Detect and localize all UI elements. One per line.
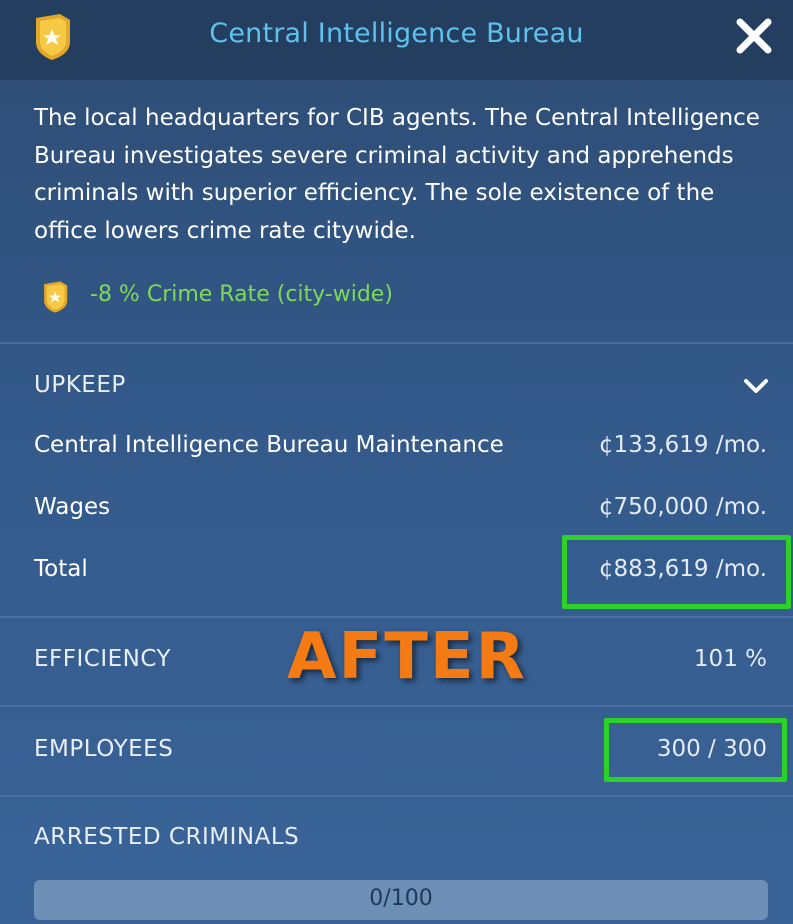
maintenance-value: ¢133,619 /mo. (598, 432, 767, 458)
arrested-criminals-progress-bar: 0/100 (34, 880, 768, 920)
panel-header: Central Intelligence Bureau (0, 0, 793, 80)
wages-value: ¢750,000 /mo. (598, 494, 767, 520)
chevron-down-icon[interactable] (742, 376, 770, 396)
divider (0, 342, 793, 344)
close-icon[interactable] (732, 14, 776, 58)
arrested-criminals-label: ARRESTED CRIMINALS (34, 824, 300, 850)
efficiency-label: EFFICIENCY (34, 646, 172, 672)
employees-label: EMPLOYEES (34, 736, 174, 762)
building-info-panel: Central Intelligence Bureau The local he… (0, 0, 793, 924)
divider (0, 616, 793, 618)
progress-text: 0/100 (369, 886, 433, 911)
building-description: The local headquarters for CIB agents. T… (34, 105, 760, 244)
police-badge-icon (44, 281, 68, 313)
total-label: Total (34, 556, 88, 582)
total-highlight-box (562, 535, 791, 609)
employees-highlight-box (604, 718, 787, 782)
divider (0, 705, 793, 707)
after-overlay-label: AFTER (287, 620, 527, 694)
page-title: Central Intelligence Bureau (209, 18, 584, 49)
efficiency-value: 101 % (693, 646, 767, 672)
crime-rate-effect: -8 % Crime Rate (city-wide) (90, 282, 393, 307)
maintenance-label: Central Intelligence Bureau Maintenance (34, 432, 504, 458)
upkeep-section-label: UPKEEP (34, 372, 126, 398)
wages-label: Wages (34, 494, 111, 520)
divider (0, 795, 793, 797)
